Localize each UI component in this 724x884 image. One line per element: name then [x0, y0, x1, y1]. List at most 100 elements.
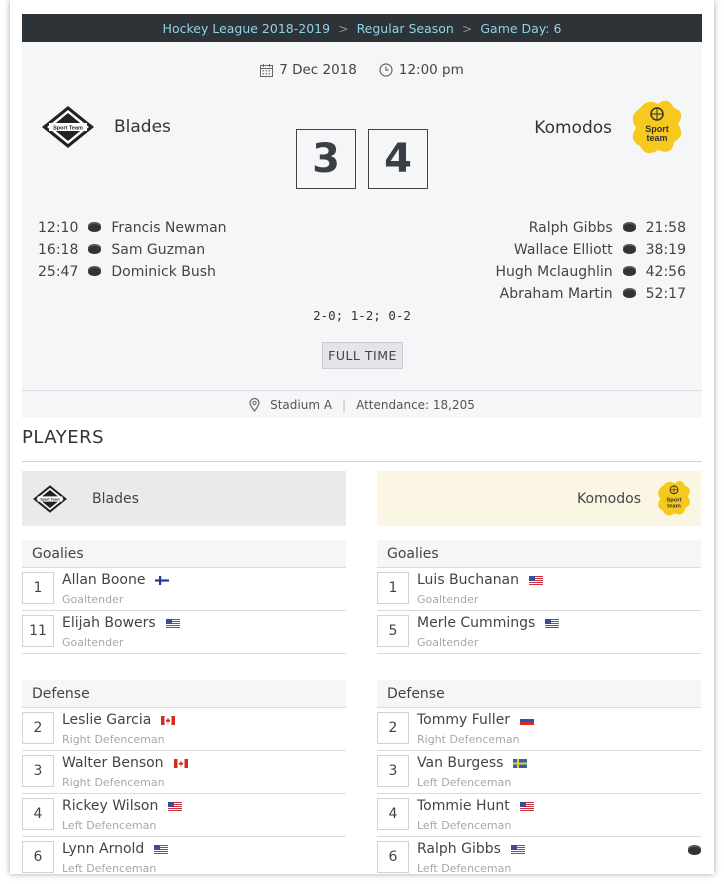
map-pin-icon	[249, 397, 260, 412]
finland-flag-icon	[155, 576, 169, 585]
player-row[interactable]: 3 Van Burgess Left Defenceman	[377, 751, 701, 794]
russia-flag-icon	[520, 716, 534, 725]
player-position: Goaltender	[62, 636, 124, 649]
away-score: 4	[368, 129, 428, 189]
player-position: Left Defenceman	[62, 862, 157, 874]
usa-flag-icon	[529, 576, 543, 585]
player-name[interactable]: Tommie Hunt	[417, 798, 510, 814]
player-name[interactable]: Luis Buchanan	[417, 572, 519, 588]
goal-row: Ralph Gibbs 21:58	[496, 217, 686, 239]
goal-time: 25:47	[38, 264, 79, 280]
canada-flag-icon	[161, 716, 175, 725]
player-row[interactable]: 11 Elijah Bowers Goaltender	[22, 611, 346, 654]
away-team-name: Komodos	[534, 118, 612, 138]
player-row[interactable]: 1 Luis Buchanan Goaltender	[377, 568, 701, 611]
player-position: Left Defenceman	[417, 776, 512, 789]
away-team[interactable]: Komodos Sport team	[534, 98, 686, 158]
player-name[interactable]: Merle Cummings	[417, 615, 535, 631]
away-roster-header[interactable]: Komodos Sport team	[377, 471, 701, 526]
player-name[interactable]: Allan Boone	[62, 572, 145, 588]
clock-icon	[379, 63, 393, 77]
match-status-badge: FULL TIME	[322, 342, 403, 369]
usa-flag-icon	[168, 802, 182, 811]
blades-logo-text: Sport Team	[53, 126, 83, 132]
player-position: Right Defenceman	[417, 733, 520, 746]
jersey-number: 6	[377, 841, 409, 873]
home-roster-header[interactable]: Sport Team Blades	[22, 471, 346, 526]
usa-flag-icon	[166, 619, 180, 628]
player-name[interactable]: Ralph Gibbs	[417, 841, 501, 857]
goal-scorer[interactable]: Francis Newman	[111, 220, 226, 236]
goal-row: 16:18 Sam Guzman	[38, 239, 227, 261]
player-position: Goaltender	[62, 593, 124, 606]
usa-flag-icon	[545, 619, 559, 628]
komodos-logo-text: team	[667, 503, 681, 509]
home-team[interactable]: Sport Team Blades	[40, 104, 171, 150]
sweden-flag-icon	[513, 759, 527, 768]
breadcrumb-stage[interactable]: Regular Season	[357, 21, 454, 36]
puck-icon	[88, 246, 102, 254]
blades-logo: Sport Team	[42, 106, 94, 148]
player-name[interactable]: Leslie Garcia	[62, 712, 151, 728]
player-name[interactable]: Elijah Bowers	[62, 615, 156, 631]
player-row[interactable]: 4 Rickey Wilson Left Defenceman	[22, 794, 346, 837]
goal-time: 42:56	[645, 264, 686, 280]
home-roster-team-name: Blades	[92, 490, 139, 507]
divider: |	[342, 397, 347, 412]
goal-scorer[interactable]: Abraham Martin	[500, 286, 613, 302]
match-time: 12:00 pm	[398, 62, 464, 78]
player-row[interactable]: 2 Leslie Garcia Right Defenceman	[22, 708, 346, 751]
jersey-number: 1	[22, 572, 54, 604]
goal-time: 52:17	[645, 286, 686, 302]
goal-row: Hugh Mclaughlin 42:56	[496, 261, 687, 283]
jersey-number: 3	[377, 755, 409, 787]
player-position: Goaltender	[417, 593, 479, 606]
goal-scorer[interactable]: Dominick Bush	[111, 264, 216, 280]
player-name[interactable]: Van Burgess	[417, 755, 503, 771]
player-row[interactable]: 6 Ralph Gibbs Left Defenceman	[377, 837, 701, 874]
player-row[interactable]: 1 Allan Boone Goaltender	[22, 568, 346, 611]
puck-icon	[622, 268, 636, 276]
usa-flag-icon	[154, 845, 168, 854]
jersey-number: 4	[377, 798, 409, 830]
puck-icon	[88, 268, 102, 276]
jersey-number: 4	[22, 798, 54, 830]
komodos-logo-text: Sport	[666, 497, 681, 503]
player-row[interactable]: 5 Merle Cummings Goaltender	[377, 611, 701, 654]
komodos-logo: Sport team	[658, 480, 690, 516]
goal-scorer[interactable]: Ralph Gibbs	[529, 220, 613, 236]
divider	[22, 461, 702, 462]
goal-scorer[interactable]: Wallace Elliott	[514, 242, 613, 258]
player-name[interactable]: Lynn Arnold	[62, 841, 144, 857]
player-row[interactable]: 2 Tommy Fuller Right Defenceman	[377, 708, 701, 751]
player-row[interactable]: 3 Walter Benson Right Defenceman	[22, 751, 346, 794]
player-name[interactable]: Tommy Fuller	[417, 712, 510, 728]
player-position: Left Defenceman	[417, 862, 512, 874]
players-heading: PLAYERS	[22, 427, 105, 448]
usa-flag-icon	[520, 802, 534, 811]
goal-row: 12:10 Francis Newman	[38, 217, 227, 239]
breadcrumb-league[interactable]: Hockey League 2018-2019	[163, 21, 331, 36]
match-date: 7 Dec 2018	[279, 62, 357, 78]
player-name[interactable]: Rickey Wilson	[62, 798, 158, 814]
puck-icon	[622, 290, 636, 298]
player-position: Right Defenceman	[62, 776, 165, 789]
goalies-heading: Goalies	[377, 540, 701, 568]
match-card: Hockey League 2018-2019 > Regular Season…	[22, 14, 702, 418]
puck-icon	[88, 224, 102, 232]
period-scores: 2-0; 1-2; 0-2	[313, 308, 411, 323]
goal-time: 12:10	[38, 220, 79, 236]
goal-scorer[interactable]: Sam Guzman	[111, 242, 205, 258]
match-summary: 7 Dec 2018 12:00 pm Sport Team Blades 3	[22, 42, 702, 390]
breadcrumb-game-day[interactable]: Game Day: 6	[480, 21, 561, 36]
goal-scorer[interactable]: Hugh Mclaughlin	[496, 264, 613, 280]
player-row[interactable]: 6 Lynn Arnold Left Defenceman	[22, 837, 346, 874]
defense-heading: Defense	[377, 680, 701, 708]
attendance: Attendance: 18,205	[356, 397, 475, 412]
blades-logo-text: Sport Team	[40, 497, 59, 501]
goal-row: 25:47 Dominick Bush	[38, 261, 227, 283]
player-position: Left Defenceman	[417, 819, 512, 832]
player-row[interactable]: 4 Tommie Hunt Left Defenceman	[377, 794, 701, 837]
player-name[interactable]: Walter Benson	[62, 755, 164, 771]
breadcrumb-separator: >	[338, 20, 349, 36]
